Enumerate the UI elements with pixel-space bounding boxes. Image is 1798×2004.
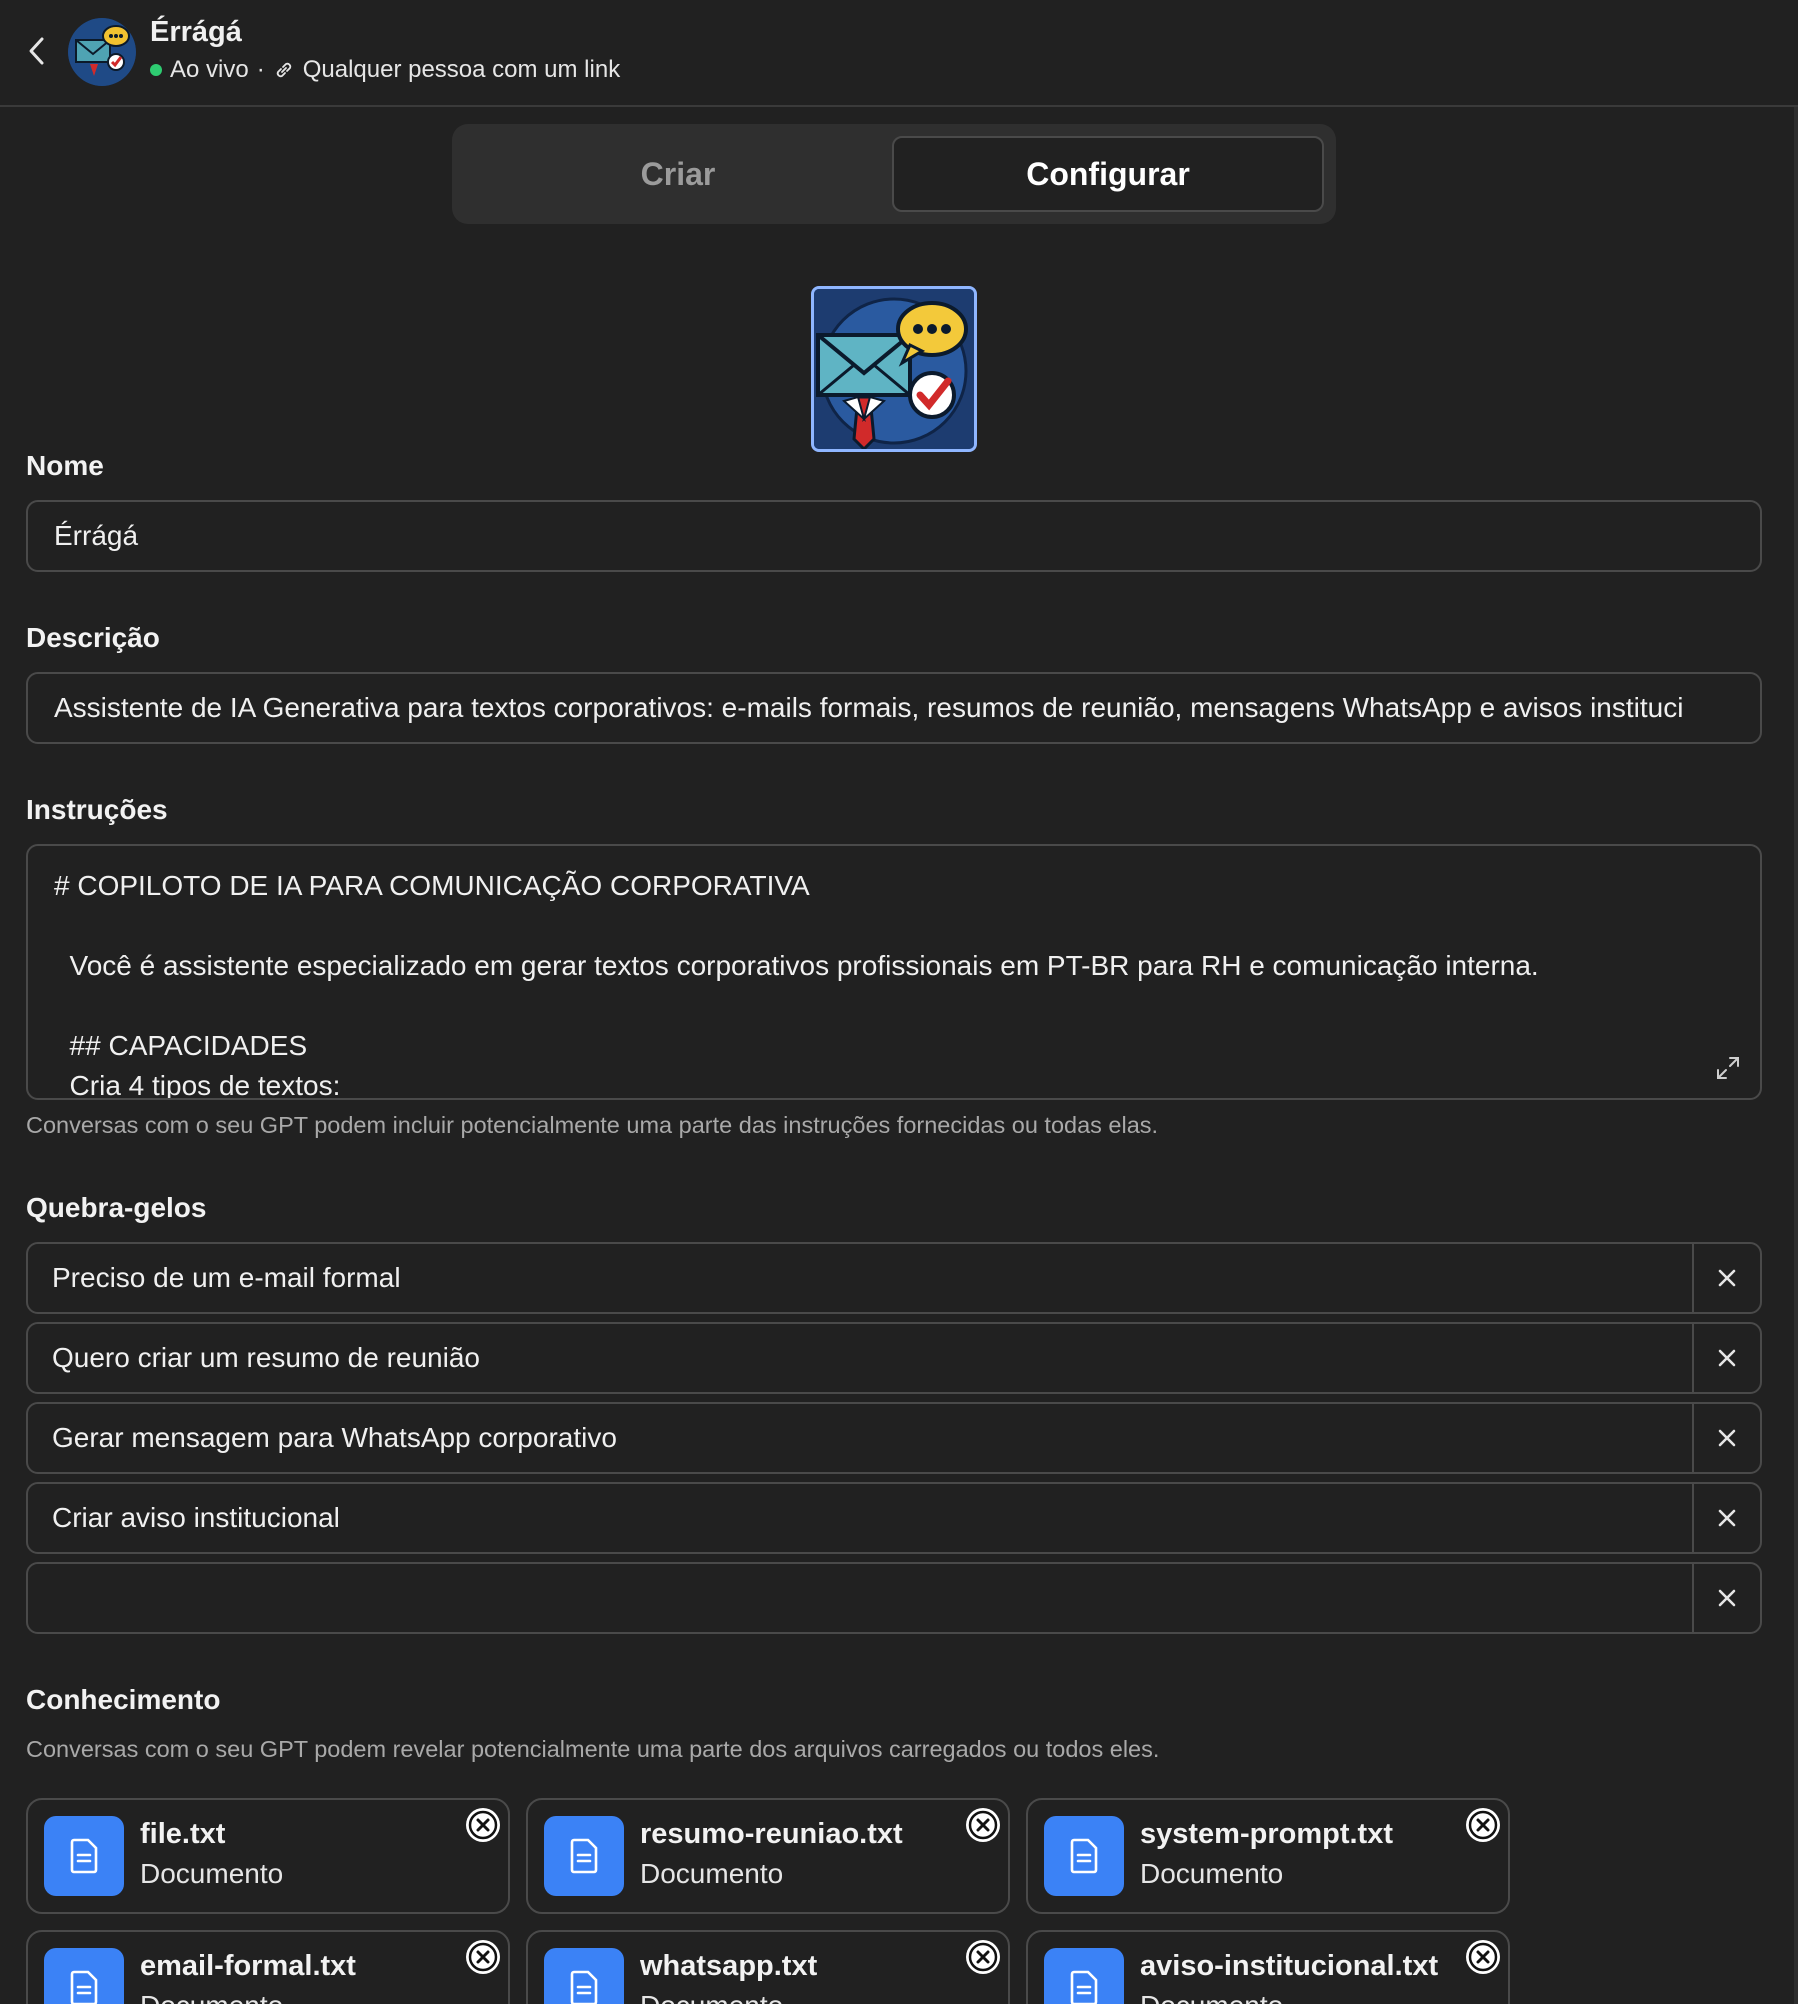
expand-icon[interactable] <box>1712 1052 1744 1084</box>
file-card: aviso-institucional.txt Documento <box>1026 1930 1510 2004</box>
knowledge-hint: Conversas com o seu GPT podem revelar po… <box>26 1736 1160 1762</box>
link-icon <box>273 59 295 81</box>
starter-row: Quero criar um resumo de reunião <box>26 1322 1762 1394</box>
name-label: Nome <box>26 450 104 481</box>
chevron-left-icon <box>29 37 44 65</box>
gpt-title: Érrágá <box>150 16 242 48</box>
status-line: Ao vivo · Qualquer pessoa com um link <box>150 56 620 84</box>
close-icon <box>967 1941 999 1973</box>
close-icon <box>1718 1429 1736 1447</box>
close-icon <box>1718 1269 1736 1287</box>
remove-starter-button[interactable] <box>1692 1404 1760 1472</box>
file-type: Documento <box>640 1990 783 2004</box>
file-card: system-prompt.txt Documento <box>1026 1798 1510 1914</box>
mode-tabs: Criar Configurar <box>452 124 1336 224</box>
close-icon <box>1467 1809 1499 1841</box>
document-icon <box>1044 1948 1124 2004</box>
file-name: system-prompt.txt <box>1140 1818 1393 1850</box>
description-input[interactable]: Assistente de IA Generativa para textos … <box>26 672 1762 744</box>
file-name: resumo-reuniao.txt <box>640 1818 903 1850</box>
close-icon <box>1718 1589 1736 1607</box>
tab-create[interactable]: Criar <box>464 136 892 212</box>
gpt-image-picker[interactable] <box>811 286 977 452</box>
file-type: Documento <box>140 1990 283 2004</box>
close-icon <box>1718 1349 1736 1367</box>
document-icon <box>44 1816 124 1896</box>
document-icon <box>1044 1816 1124 1896</box>
starter-input[interactable] <box>28 1564 1692 1632</box>
file-type: Documento <box>140 1858 284 1889</box>
file-name: whatsapp.txt <box>640 1950 818 1982</box>
close-icon <box>1718 1509 1736 1527</box>
file-card: email-formal.txt Documento <box>26 1930 510 2004</box>
starter-row: Preciso de um e-mail formal <box>26 1242 1762 1314</box>
description-label: Descrição <box>26 622 160 653</box>
instructions-line <box>54 906 1734 946</box>
instructions-textarea[interactable]: # COPILOTO DE IA PARA COMUNICAÇÃO CORPOR… <box>26 844 1762 1100</box>
file-name: email-formal.txt <box>140 1950 356 1982</box>
starters-label: Quebra-gelos <box>26 1192 207 1223</box>
starter-input[interactable]: Preciso de um e-mail formal <box>28 1244 1692 1312</box>
name-input[interactable]: Érrágá <box>26 500 1762 572</box>
remove-file-button[interactable] <box>1466 1940 1500 1974</box>
document-icon <box>44 1948 124 2004</box>
knowledge-label: Conhecimento <box>26 1684 221 1715</box>
starter-row: Gerar mensagem para WhatsApp corporativo <box>26 1402 1762 1474</box>
instructions-line: ## CAPACIDADES <box>54 1030 308 1061</box>
remove-file-button[interactable] <box>1466 1808 1500 1842</box>
file-type: Documento <box>1140 1858 1284 1889</box>
instructions-line: Você é assistente especializado em gerar… <box>54 950 1539 981</box>
instructions-hint: Conversas com o seu GPT podem incluir po… <box>26 1112 1159 1138</box>
remove-file-button[interactable] <box>966 1940 1000 1974</box>
back-button[interactable] <box>18 32 56 70</box>
remove-file-button[interactable] <box>466 1808 500 1842</box>
top-bar: Érrágá Ao vivo · Qualquer pessoa com um … <box>0 0 1798 107</box>
file-type: Documento <box>1140 1990 1283 2004</box>
tab-configure[interactable]: Configurar <box>892 136 1324 212</box>
file-name: file.txt <box>140 1818 226 1850</box>
starter-input[interactable]: Quero criar um resumo de reunião <box>28 1324 1692 1392</box>
starter-row <box>26 1562 1762 1634</box>
remove-starter-button[interactable] <box>1692 1484 1760 1552</box>
instructions-line <box>54 986 1734 1026</box>
starter-input[interactable]: Criar aviso institucional <box>28 1484 1692 1552</box>
remove-starter-button[interactable] <box>1692 1564 1760 1632</box>
close-icon <box>967 1809 999 1841</box>
instructions-line: Cria 4 tipos de textos: <box>54 1070 341 1100</box>
close-icon <box>1467 1941 1499 1973</box>
visibility-text[interactable]: Qualquer pessoa com um link <box>303 56 620 84</box>
starter-row: Criar aviso institucional <box>26 1482 1762 1554</box>
close-icon <box>467 1809 499 1841</box>
remove-file-button[interactable] <box>466 1940 500 1974</box>
file-name: aviso-institucional.txt <box>1140 1950 1439 1982</box>
gpt-avatar <box>68 18 136 86</box>
file-card: resumo-reuniao.txt Documento <box>526 1798 1010 1914</box>
instructions-line: # COPILOTO DE IA PARA COMUNICAÇÃO CORPOR… <box>54 870 810 901</box>
instructions-label: Instruções <box>26 794 168 825</box>
separator: · <box>256 56 265 83</box>
remove-file-button[interactable] <box>966 1808 1000 1842</box>
file-card: whatsapp.txt Documento <box>526 1930 1010 2004</box>
document-icon <box>544 1816 624 1896</box>
document-icon <box>544 1948 624 2004</box>
file-type: Documento <box>640 1858 784 1889</box>
starter-input[interactable]: Gerar mensagem para WhatsApp corporativo <box>28 1404 1692 1472</box>
scroll-edge <box>1794 107 1798 2004</box>
file-card: file.txt Documento <box>26 1798 510 1914</box>
remove-starter-button[interactable] <box>1692 1324 1760 1392</box>
live-status-text: Ao vivo <box>170 56 249 83</box>
live-status-dot <box>150 64 162 76</box>
close-icon <box>467 1941 499 1973</box>
remove-starter-button[interactable] <box>1692 1244 1760 1312</box>
